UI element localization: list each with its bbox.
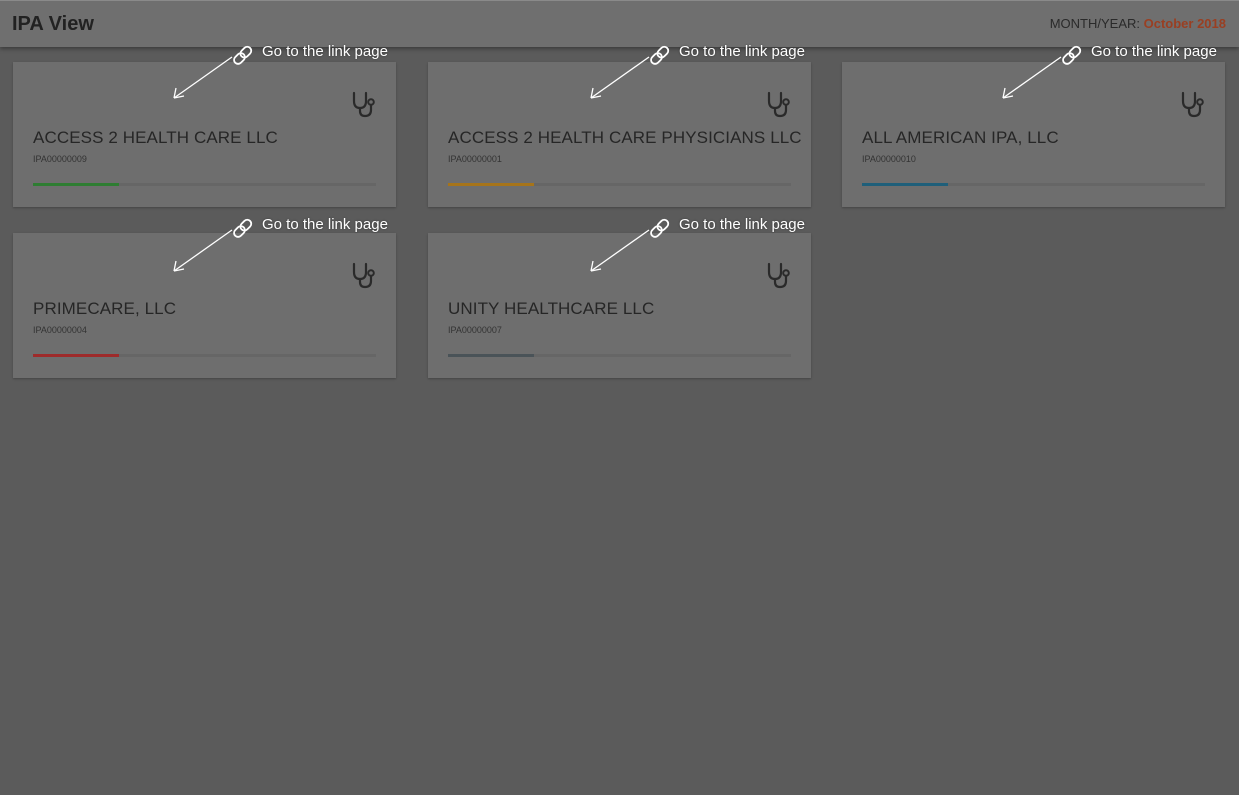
ipa-id: IPA00000010 — [862, 154, 916, 164]
ipa-view-page: IPA View MONTH/YEAR: October 2018 ACCESS… — [0, 0, 1239, 795]
link-annotation: Go to the link page — [172, 216, 412, 276]
annotation-label: Go to the link page — [679, 43, 805, 60]
ipa-name: UNITY HEALTHCARE LLC — [448, 299, 655, 318]
ipa-name: ACCESS 2 HEALTH CARE LLC — [33, 128, 278, 147]
link-annotation: Go to the link page — [589, 43, 829, 103]
link-icon — [650, 218, 670, 238]
annotation-label: Go to the link page — [679, 216, 805, 233]
ipa-id: IPA00000004 — [33, 325, 87, 335]
link-icon — [650, 45, 670, 65]
month-year-indicator: MONTH/YEAR: October 2018 — [1050, 16, 1226, 31]
ipa-id: IPA00000007 — [448, 325, 502, 335]
ipa-id: IPA00000001 — [448, 154, 502, 164]
ipa-name: PRIMECARE, LLC — [33, 299, 177, 318]
page-title: IPA View — [12, 13, 94, 35]
link-icon — [233, 45, 253, 65]
month-year-label: MONTH/YEAR: — [1049, 16, 1140, 31]
app-header: IPA View MONTH/YEAR: October 2018 — [0, 0, 1239, 47]
progress-bar — [862, 183, 1205, 186]
link-icon — [1062, 45, 1082, 65]
ipa-id: IPA00000009 — [33, 154, 87, 164]
month-year-value[interactable]: October 2018 — [1144, 16, 1226, 31]
link-icon — [233, 218, 253, 238]
progress-bar — [448, 354, 791, 357]
progress-fill — [448, 354, 534, 357]
link-annotation: Go to the link page — [1001, 43, 1239, 103]
ipa-name: ALL AMERICAN IPA, LLC — [862, 128, 1059, 147]
progress-fill — [33, 354, 119, 357]
progress-fill — [33, 183, 119, 186]
progress-bar — [33, 183, 376, 186]
annotation-label: Go to the link page — [262, 216, 388, 233]
progress-fill — [862, 183, 948, 186]
link-annotation: Go to the link page — [589, 216, 829, 276]
ipa-name: ACCESS 2 HEALTH CARE PHYSICIANS LLC — [448, 128, 802, 147]
progress-bar — [33, 354, 376, 357]
annotation-label: Go to the link page — [262, 43, 388, 60]
annotation-label: Go to the link page — [1091, 43, 1217, 60]
progress-bar — [448, 183, 791, 186]
link-annotation: Go to the link page — [172, 43, 412, 103]
progress-fill — [448, 183, 534, 186]
